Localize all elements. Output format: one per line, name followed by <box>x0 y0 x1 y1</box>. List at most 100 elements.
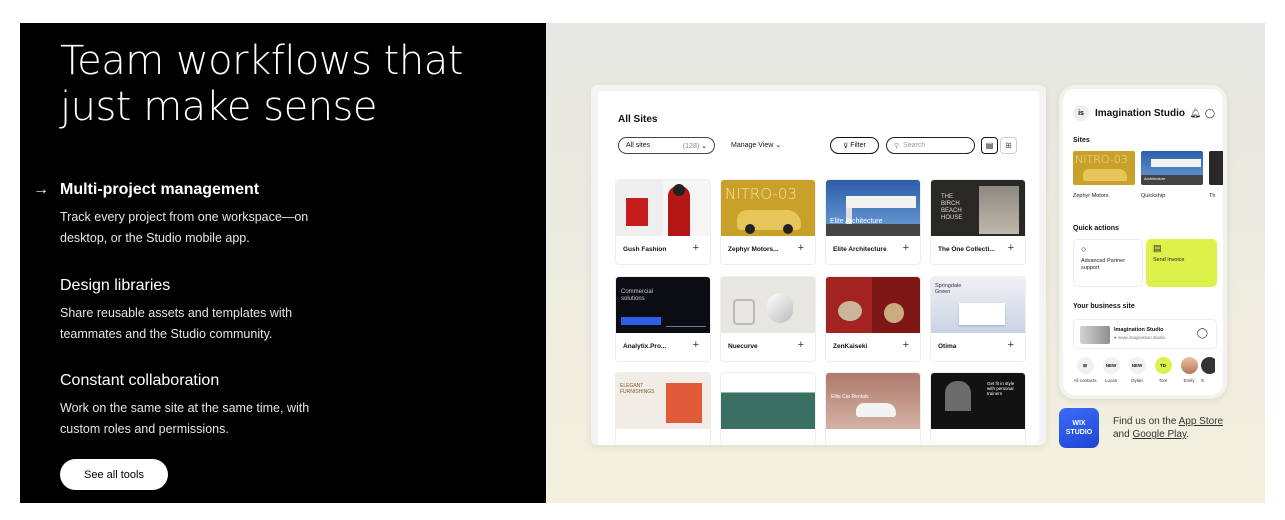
contact-avatar: TD <box>1154 357 1172 374</box>
feature-multi-project[interactable]: → Multi-project management Track every p… <box>33 179 500 249</box>
wix-studio-app-icon[interactable]: WIX STUDIO <box>1059 408 1099 448</box>
site-card[interactable]: Gush Fashion + <box>616 180 710 264</box>
site-thumbnail: THE BIRCH BEACH HOUSE <box>931 180 1025 236</box>
manage-view-dropdown[interactable]: Manage View ⌄ <box>731 141 781 149</box>
findus-and: and <box>1113 429 1133 440</box>
plus-icon[interactable]: + <box>693 339 699 351</box>
feature-design-libraries[interactable]: Design libraries Share reusable assets a… <box>60 275 500 345</box>
app-header: is Imagination Studio <box>1073 105 1185 121</box>
contact-name: Lucas <box>1104 378 1117 383</box>
site-card[interactable]: Nuecurve + <box>721 277 815 361</box>
plus-icon[interactable]: + <box>798 242 804 254</box>
site-card[interactable] <box>721 373 815 445</box>
contact-item[interactable]: TD Tom <box>1149 357 1177 383</box>
site-name: Nuecurve <box>728 343 758 350</box>
features-panel: Team workflows that just make sense → Mu… <box>20 23 546 503</box>
support-icon: ○ <box>1081 244 1087 254</box>
site-thumbnail: Get fit in style with personal trainers <box>931 373 1025 429</box>
plus-icon[interactable]: + <box>903 339 909 351</box>
feature-collaboration[interactable]: Constant collaboration Work on the same … <box>60 370 500 440</box>
site-card[interactable]: Springdale Green Ótima + <box>931 277 1025 361</box>
site-name: Quickship <box>1141 193 1166 199</box>
site-thumbnail[interactable] <box>1209 151 1223 185</box>
site-card[interactable]: ELEGANT FURNISHINGS <box>616 373 710 445</box>
plus-icon[interactable]: + <box>1008 242 1014 254</box>
search-input[interactable]: ⚲ Search <box>886 137 975 154</box>
site-thumbnail[interactable]: Architecture <box>1141 151 1203 185</box>
chat-icon[interactable]: ◯ <box>1197 328 1208 339</box>
see-all-tools-button[interactable]: See all tools <box>60 459 168 490</box>
contact-item[interactable]: NEW Dylan <box>1123 357 1151 383</box>
site-name: Zephyr Motors... <box>728 246 779 253</box>
thumb-text: ELEGANT FURNISHINGS <box>620 383 655 395</box>
site-card[interactable]: THE BIRCH BEACH HOUSE The One Collecti..… <box>931 180 1025 264</box>
chat-icon[interactable]: ◯ <box>1205 108 1215 119</box>
feature-title: Design libraries <box>60 277 171 294</box>
site-name: Gush Fashion <box>623 246 667 253</box>
all-sites-dropdown[interactable]: All sites (128) ⌄ <box>618 137 715 154</box>
thumb-text: Architecture <box>1144 176 1166 181</box>
thumb-text: NITRO-03 <box>725 185 797 203</box>
site-card[interactable]: Commercial solutions Analytix.Pro... + <box>616 277 710 361</box>
bell-icon[interactable]: 🔔︎ <box>1189 108 1200 119</box>
site-thumbnail <box>826 277 920 333</box>
logo-line: WIX <box>1072 420 1086 427</box>
contact-item[interactable]: NEW Lucas <box>1097 357 1125 383</box>
studio-logo: is <box>1073 105 1089 121</box>
business-thumbnail <box>1080 326 1110 344</box>
thumb-text: THE BIRCH BEACH HOUSE <box>941 194 963 221</box>
contact-avatar <box>1201 357 1215 374</box>
contact-item[interactable]: S <box>1201 357 1215 383</box>
grid-view-icon[interactable]: ⊞ <box>1000 137 1017 154</box>
contact-avatar: NEW <box>1102 357 1120 374</box>
mobile-app-mockup: is Imagination Studio 🔔︎ ◯ Sites NITRO-0… <box>1059 85 1227 399</box>
search-placeholder: Search <box>903 142 926 149</box>
plus-icon[interactable]: + <box>1008 339 1014 351</box>
thumb-text: Elite Architecture <box>830 218 883 225</box>
dashboard-title: All Sites <box>618 114 658 125</box>
site-thumbnail[interactable]: NITRO-03 <box>1073 151 1135 185</box>
site-name: Ótima <box>938 343 957 350</box>
all-sites-dashboard: All Sites All sites (128) ⌄ Manage View … <box>591 85 1046 445</box>
business-url: ● www.imagination.studio <box>1114 335 1165 340</box>
contact-all[interactable]: ⊞ All contacts <box>1071 357 1099 383</box>
google-play-link[interactable]: Google Play <box>1132 429 1186 440</box>
headline: Team workflows that just make sense <box>60 38 463 130</box>
plus-icon[interactable]: + <box>693 242 699 254</box>
app-store-link[interactable]: App Store <box>1179 416 1223 427</box>
contact-item[interactable]: Emily <box>1175 357 1203 383</box>
filter-button[interactable]: ⊽ Filter <box>830 137 879 154</box>
thumb-text: Elite Car Rentals <box>831 394 869 400</box>
site-card[interactable]: Elite Architecture Elite Architecture + <box>826 180 920 264</box>
list-view-icon[interactable]: ▤ <box>981 137 998 154</box>
manage-view-label: Manage View <box>731 142 774 149</box>
plus-icon[interactable]: + <box>903 242 909 254</box>
site-name: Elite Architecture <box>833 246 887 253</box>
business-site-card[interactable]: Imagination Studio ● www.imagination.stu… <box>1073 319 1217 349</box>
contact-avatar: NEW <box>1128 357 1146 374</box>
thumb-text: NITRO-03 <box>1075 153 1128 166</box>
search-icon: ⚲ <box>894 142 904 150</box>
site-thumbnail <box>721 373 815 429</box>
findus-prefix: Find us on the <box>1113 416 1179 427</box>
feature-description: Share reusable assets and templates with… <box>60 306 293 341</box>
action-label: Advanced Partner support <box>1081 258 1126 271</box>
partner-support-action[interactable]: ○ Advanced Partner support <box>1073 239 1143 287</box>
site-count: (128) <box>682 142 700 150</box>
site-thumbnail <box>616 180 710 236</box>
site-name: Th <box>1209 193 1216 199</box>
feature-description: Work on the same site at the same time, … <box>60 401 310 436</box>
site-card[interactable]: Elite Car Rentals <box>826 373 920 445</box>
site-card[interactable]: NITRO-03 Zephyr Motors... + <box>721 180 815 264</box>
site-card[interactable]: Get fit in style with personal trainers <box>931 373 1025 445</box>
filter-icon: ⊽ <box>843 142 851 150</box>
sites-heading: Sites <box>1073 137 1090 144</box>
plus-icon[interactable]: + <box>798 339 804 351</box>
site-name: ZenKaiseki <box>833 343 868 350</box>
site-thumbnail <box>721 277 815 333</box>
site-card[interactable]: ZenKaiseki + <box>826 277 920 361</box>
contacts-row: ⊞ All contacts NEW Lucas NEW Dylan TD To… <box>1071 357 1223 391</box>
send-invoice-action[interactable]: ▤ Send invoice <box>1146 239 1217 287</box>
contact-name: Tom <box>1158 378 1168 383</box>
business-site-heading: Your business site <box>1073 303 1135 310</box>
